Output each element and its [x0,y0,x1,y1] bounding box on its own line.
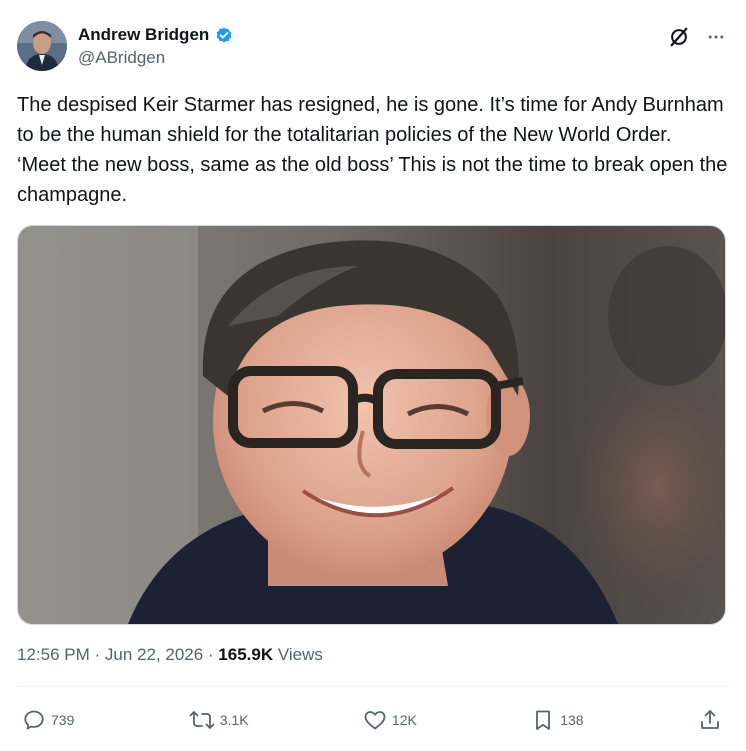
views-label: Views [273,645,323,664]
heart-icon [363,708,387,732]
reply-button[interactable]: 739 [22,708,74,732]
like-count: 12K [391,712,417,728]
bookmark-button[interactable]: 138 [531,708,584,732]
like-button[interactable]: 12K [363,708,417,732]
author-name[interactable]: Andrew Bridgen [78,25,209,45]
tweet-card: Andrew Bridgen @ABridgen The despised Ke… [0,0,746,751]
views-count[interactable]: 165.9K [218,645,273,665]
more-icon[interactable] [706,27,726,47]
top-actions [668,26,726,48]
bookmark-icon [531,708,555,732]
grok-icon[interactable] [668,26,690,48]
reply-icon [22,708,46,732]
bookmark-count: 138 [560,712,584,728]
share-icon [698,708,722,732]
divider [17,686,729,687]
share-button[interactable] [698,708,722,732]
reply-count: 739 [51,712,75,728]
tweet-meta: 12:56 PM · Jun 22, 2026 · 165.9K Views [17,645,323,665]
tweet-text: The despised Keir Starmer has resigned, … [17,94,733,206]
repost-icon [189,708,215,732]
author-handle[interactable]: @ABridgen [78,48,234,68]
meta-separator: · [203,645,219,664]
repost-count: 3.1K [219,712,249,728]
meta-separator: · [89,645,105,664]
avatar[interactable] [17,21,67,71]
repost-button[interactable]: 3.1K [189,708,249,732]
tweet-photo[interactable] [17,225,726,625]
action-bar: 739 3.1K 12K 138 [22,705,722,735]
author-block: Andrew Bridgen @ABridgen [78,22,234,68]
tweet-date[interactable]: Jun 22, 2026 [105,645,203,665]
verified-badge-icon[interactable] [214,25,234,45]
tweet-time[interactable]: 12:56 PM [17,645,90,665]
